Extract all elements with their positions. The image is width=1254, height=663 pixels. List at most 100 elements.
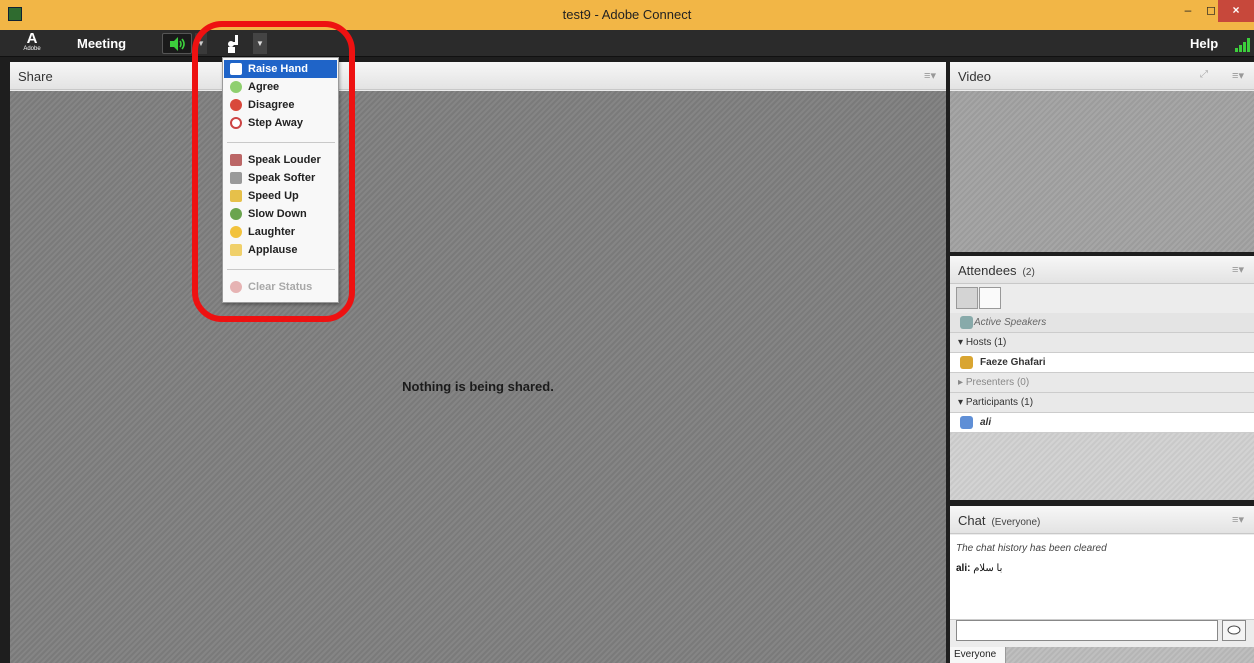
speak-louder-icon	[230, 154, 242, 166]
speed-up-icon	[230, 190, 242, 202]
agree-icon	[230, 81, 242, 93]
minimize-button[interactable]: –	[1177, 0, 1199, 22]
participants-group[interactable]: ▾ Participants (1)	[950, 393, 1254, 413]
menu-item-slow-down[interactable]: Slow Down	[224, 205, 337, 223]
participants-label: Participants (1)	[965, 397, 1034, 408]
share-pod: Share ≡▾ Nothing is being shared.	[10, 62, 946, 663]
status-view-icon[interactable]	[979, 287, 1001, 309]
chat-title: Chat	[958, 513, 986, 528]
menu-item-label: Slow Down	[248, 208, 307, 220]
speaker-button[interactable]	[162, 33, 192, 54]
chat-message-sender: ali:	[956, 563, 971, 574]
participant-user-icon	[960, 416, 973, 429]
menu-item-label: Clear Status	[248, 281, 313, 293]
share-pod-menu-icon[interactable]: ≡▾	[924, 69, 936, 82]
chat-pod-menu-icon[interactable]: ≡▾	[1232, 513, 1244, 526]
status-dropdown-arrow[interactable]: ▼	[253, 33, 267, 54]
hosts-label: Hosts (1)	[965, 337, 1007, 348]
meeting-menu[interactable]: Meeting	[77, 36, 126, 51]
share-pod-header: Share ≡▾	[10, 62, 946, 90]
active-speakers-row: Active Speakers	[950, 313, 1254, 333]
video-pod-title: Video	[958, 69, 992, 84]
video-pod: Video ⤢ ≡▾	[950, 62, 1254, 252]
chat-pod-title: Chat (Everyone)	[958, 513, 1040, 528]
attendees-empty-area	[950, 433, 1254, 500]
chat-send-button[interactable]	[1222, 620, 1246, 641]
attendees-pod-title: Attendees (2)	[958, 263, 1035, 278]
help-menu[interactable]: Help	[1190, 36, 1218, 51]
chat-pod: Chat (Everyone) ≡▾ The chat history has b…	[950, 506, 1254, 663]
menu-separator	[227, 142, 335, 143]
menu-item-speak-softer[interactable]: Speak Softer	[224, 169, 337, 187]
chat-input[interactable]	[956, 620, 1218, 641]
speech-bubble-icon	[1227, 625, 1241, 635]
connection-signal-icon	[1235, 38, 1251, 52]
list-view-icon[interactable]	[956, 287, 978, 309]
video-pod-header: Video ⤢ ≡▾	[950, 62, 1254, 90]
status-dropdown-menu: Raise Hand Agree Disagree Step Away Spea…	[222, 57, 339, 303]
menu-item-label: Applause	[248, 244, 298, 256]
speaker-dropdown-arrow[interactable]: ▼	[195, 33, 207, 54]
disagree-icon	[230, 99, 242, 111]
menu-item-clear-status: Clear Status	[224, 278, 337, 296]
host-name: Faeze Ghafari	[980, 357, 1046, 368]
attendee-row[interactable]: Faeze Ghafari	[950, 353, 1254, 373]
slow-down-icon	[230, 208, 242, 220]
hosts-group[interactable]: ▾ Hosts (1)	[950, 333, 1254, 353]
status-button[interactable]	[223, 33, 249, 54]
chat-message: ali: با سلام	[956, 563, 1002, 574]
raise-hand-icon	[228, 35, 238, 53]
video-pod-menu-icon[interactable]: ≡▾	[1232, 69, 1244, 82]
menu-item-label: Raise Hand	[248, 63, 308, 75]
window-titlebar: test9 - Adobe Connect – ◻ ×	[0, 0, 1254, 30]
chat-message-text: با سلام	[973, 563, 1003, 574]
clear-status-icon	[230, 281, 242, 293]
attendee-view-toggle	[956, 287, 1002, 309]
attendees-title: Attendees	[958, 263, 1017, 278]
menu-item-laughter[interactable]: Laughter	[224, 223, 337, 241]
raise-hand-icon	[230, 63, 242, 75]
chat-pod-header: Chat (Everyone) ≡▾	[950, 506, 1254, 534]
menu-item-speed-up[interactable]: Speed Up	[224, 187, 337, 205]
menu-item-disagree[interactable]: Disagree	[224, 96, 337, 114]
attendees-pod-menu-icon[interactable]: ≡▾	[1232, 263, 1244, 276]
adobe-logo-text: Adobe	[23, 46, 41, 52]
share-pod-title: Share	[18, 69, 53, 84]
presenters-group[interactable]: ▸ Presenters (0)	[950, 373, 1254, 393]
attendees-count: (2)	[1022, 267, 1035, 278]
menu-item-label: Agree	[248, 81, 280, 93]
window-title: test9 - Adobe Connect	[562, 7, 692, 22]
fullscreen-icon[interactable]: ⤢	[1200, 69, 1214, 83]
menubar: A Adobe Meeting ▼ ▼ Help	[0, 30, 1254, 57]
chat-scope: (Everyone)	[991, 517, 1041, 528]
adobe-logo: A Adobe	[20, 30, 44, 55]
participant-name: ali	[980, 417, 992, 428]
menu-item-agree[interactable]: Agree	[224, 78, 337, 96]
chat-tab-everyone[interactable]: Everyone	[950, 647, 1006, 663]
close-button[interactable]: ×	[1218, 0, 1254, 22]
menu-item-label: Speak Softer	[248, 172, 316, 184]
menu-item-step-away[interactable]: Step Away	[224, 114, 337, 132]
adobe-logo-mark: A	[26, 30, 38, 47]
active-speakers-label: Active Speakers	[974, 317, 1047, 328]
presenters-label: Presenters (0)	[965, 377, 1030, 388]
menu-item-raise-hand[interactable]: Raise Hand	[224, 60, 337, 78]
chat-history: The chat history has been cleared ali: ب…	[950, 535, 1254, 620]
menu-item-label: Laughter	[248, 226, 296, 238]
step-away-icon	[230, 117, 242, 129]
applause-icon	[230, 244, 242, 256]
menu-item-speak-louder[interactable]: Speak Louder	[224, 151, 337, 169]
menu-item-label: Step Away	[248, 117, 304, 129]
attendees-pod: Attendees (2) ≡▾ Active Speakers ▾ Hosts …	[950, 256, 1254, 500]
share-empty-message: Nothing is being shared.	[402, 379, 554, 394]
menu-separator	[227, 269, 335, 270]
chat-tab-bar: Everyone	[950, 647, 1254, 663]
speaker-icon	[170, 37, 185, 51]
speak-softer-icon	[230, 172, 242, 184]
attendee-row[interactable]: ali	[950, 413, 1254, 433]
attendees-pod-header: Attendees (2) ≡▾	[950, 256, 1254, 284]
menu-item-applause[interactable]: Applause	[224, 241, 337, 259]
laughter-icon	[230, 226, 242, 238]
video-area	[950, 91, 1254, 252]
menu-item-label: Speak Louder	[248, 154, 321, 166]
